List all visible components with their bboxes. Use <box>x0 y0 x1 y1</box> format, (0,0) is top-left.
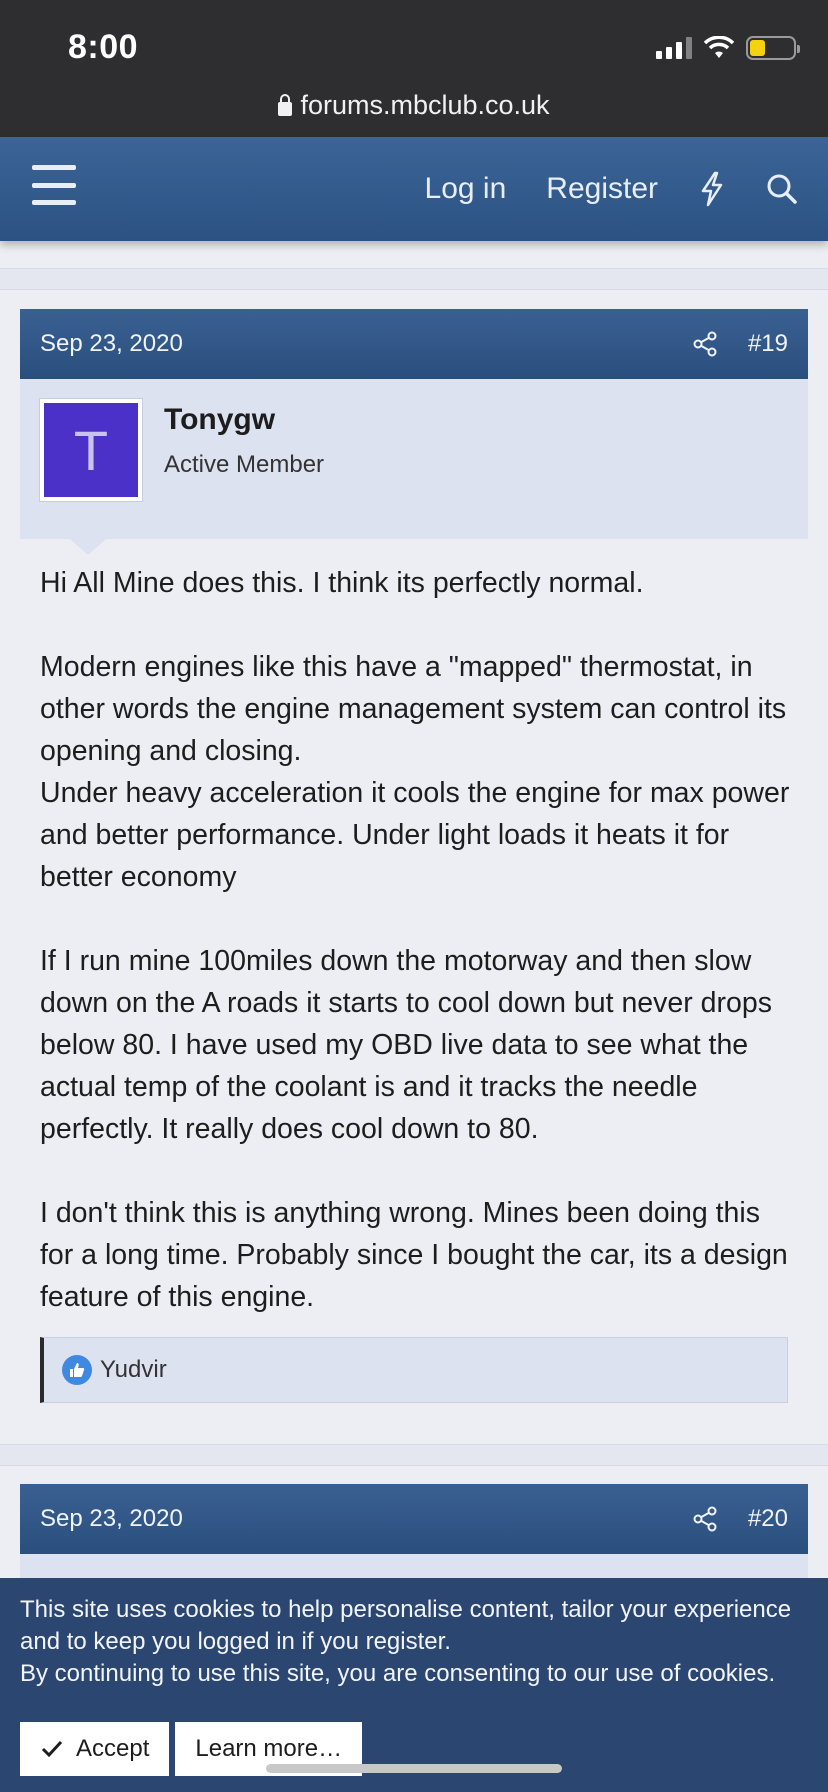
post-separator <box>0 268 828 290</box>
accept-label: Accept <box>76 1735 150 1762</box>
site-navbar: Log in Register <box>0 137 828 241</box>
login-link[interactable]: Log in <box>425 172 507 206</box>
whats-new-bolt-icon[interactable] <box>698 171 726 207</box>
post-paragraph: Modern engines like this have a "mapped"… <box>40 651 790 893</box>
post-header: Sep 23, 2020 #19 <box>20 309 808 379</box>
register-link[interactable]: Register <box>546 172 658 206</box>
avatar[interactable]: T <box>40 399 142 501</box>
like-icon <box>62 1355 92 1385</box>
cookie-notice-line: By continuing to use this site, you are … <box>20 1660 776 1687</box>
menu-icon[interactable] <box>32 165 76 205</box>
status-icons <box>656 36 800 60</box>
cookie-notice-text: This site uses cookies to help personali… <box>20 1594 810 1690</box>
url-text: forums.mbclub.co.uk <box>300 90 550 120</box>
checkmark-icon <box>41 1740 63 1758</box>
share-icon[interactable] <box>692 331 718 357</box>
post-user-bar: T Tonygw Active Member <box>20 379 808 555</box>
post-paragraph: Hi All Mine does this. I think its perfe… <box>40 567 644 599</box>
post-number-link[interactable]: #19 <box>748 330 788 358</box>
learn-more-label: Learn more… <box>195 1735 343 1762</box>
reaction-names[interactable]: Yudvir <box>100 1356 167 1384</box>
reactions-bar[interactable]: Yudvir <box>40 1337 788 1403</box>
post-paragraph: I don't think this is anything wrong. Mi… <box>40 1197 788 1313</box>
lock-icon <box>278 93 293 116</box>
share-icon[interactable] <box>692 1506 718 1532</box>
username-link[interactable]: Tonygw <box>164 403 275 437</box>
status-bar: 8:00 forums.mbclub.co.uk <box>0 0 828 137</box>
accept-cookies-button[interactable]: Accept <box>20 1722 170 1776</box>
cookie-notice-line: This site uses cookies to help personali… <box>20 1596 792 1655</box>
post-header: Sep 23, 2020 #20 <box>20 1484 808 1554</box>
post-message-body: Hi All Mine does this. I think its perfe… <box>40 562 790 1318</box>
battery-icon <box>746 36 800 60</box>
search-icon[interactable] <box>766 173 798 205</box>
post-paragraph: If I run mine 100miles down the motorway… <box>40 945 772 1145</box>
post-separator <box>0 1444 828 1466</box>
post-date[interactable]: Sep 23, 2020 <box>40 330 692 358</box>
post-number-link[interactable]: #20 <box>748 1505 788 1533</box>
user-bar-arrow <box>70 539 106 555</box>
user-title: Active Member <box>164 451 325 478</box>
home-indicator[interactable] <box>266 1764 562 1773</box>
wifi-icon <box>704 36 734 58</box>
address-bar[interactable]: forums.mbclub.co.uk <box>0 90 828 121</box>
post-date[interactable]: Sep 23, 2020 <box>40 1505 692 1533</box>
cookie-notice: This site uses cookies to help personali… <box>0 1578 828 1792</box>
cellular-signal-icon <box>656 37 692 59</box>
status-time: 8:00 <box>68 28 139 66</box>
